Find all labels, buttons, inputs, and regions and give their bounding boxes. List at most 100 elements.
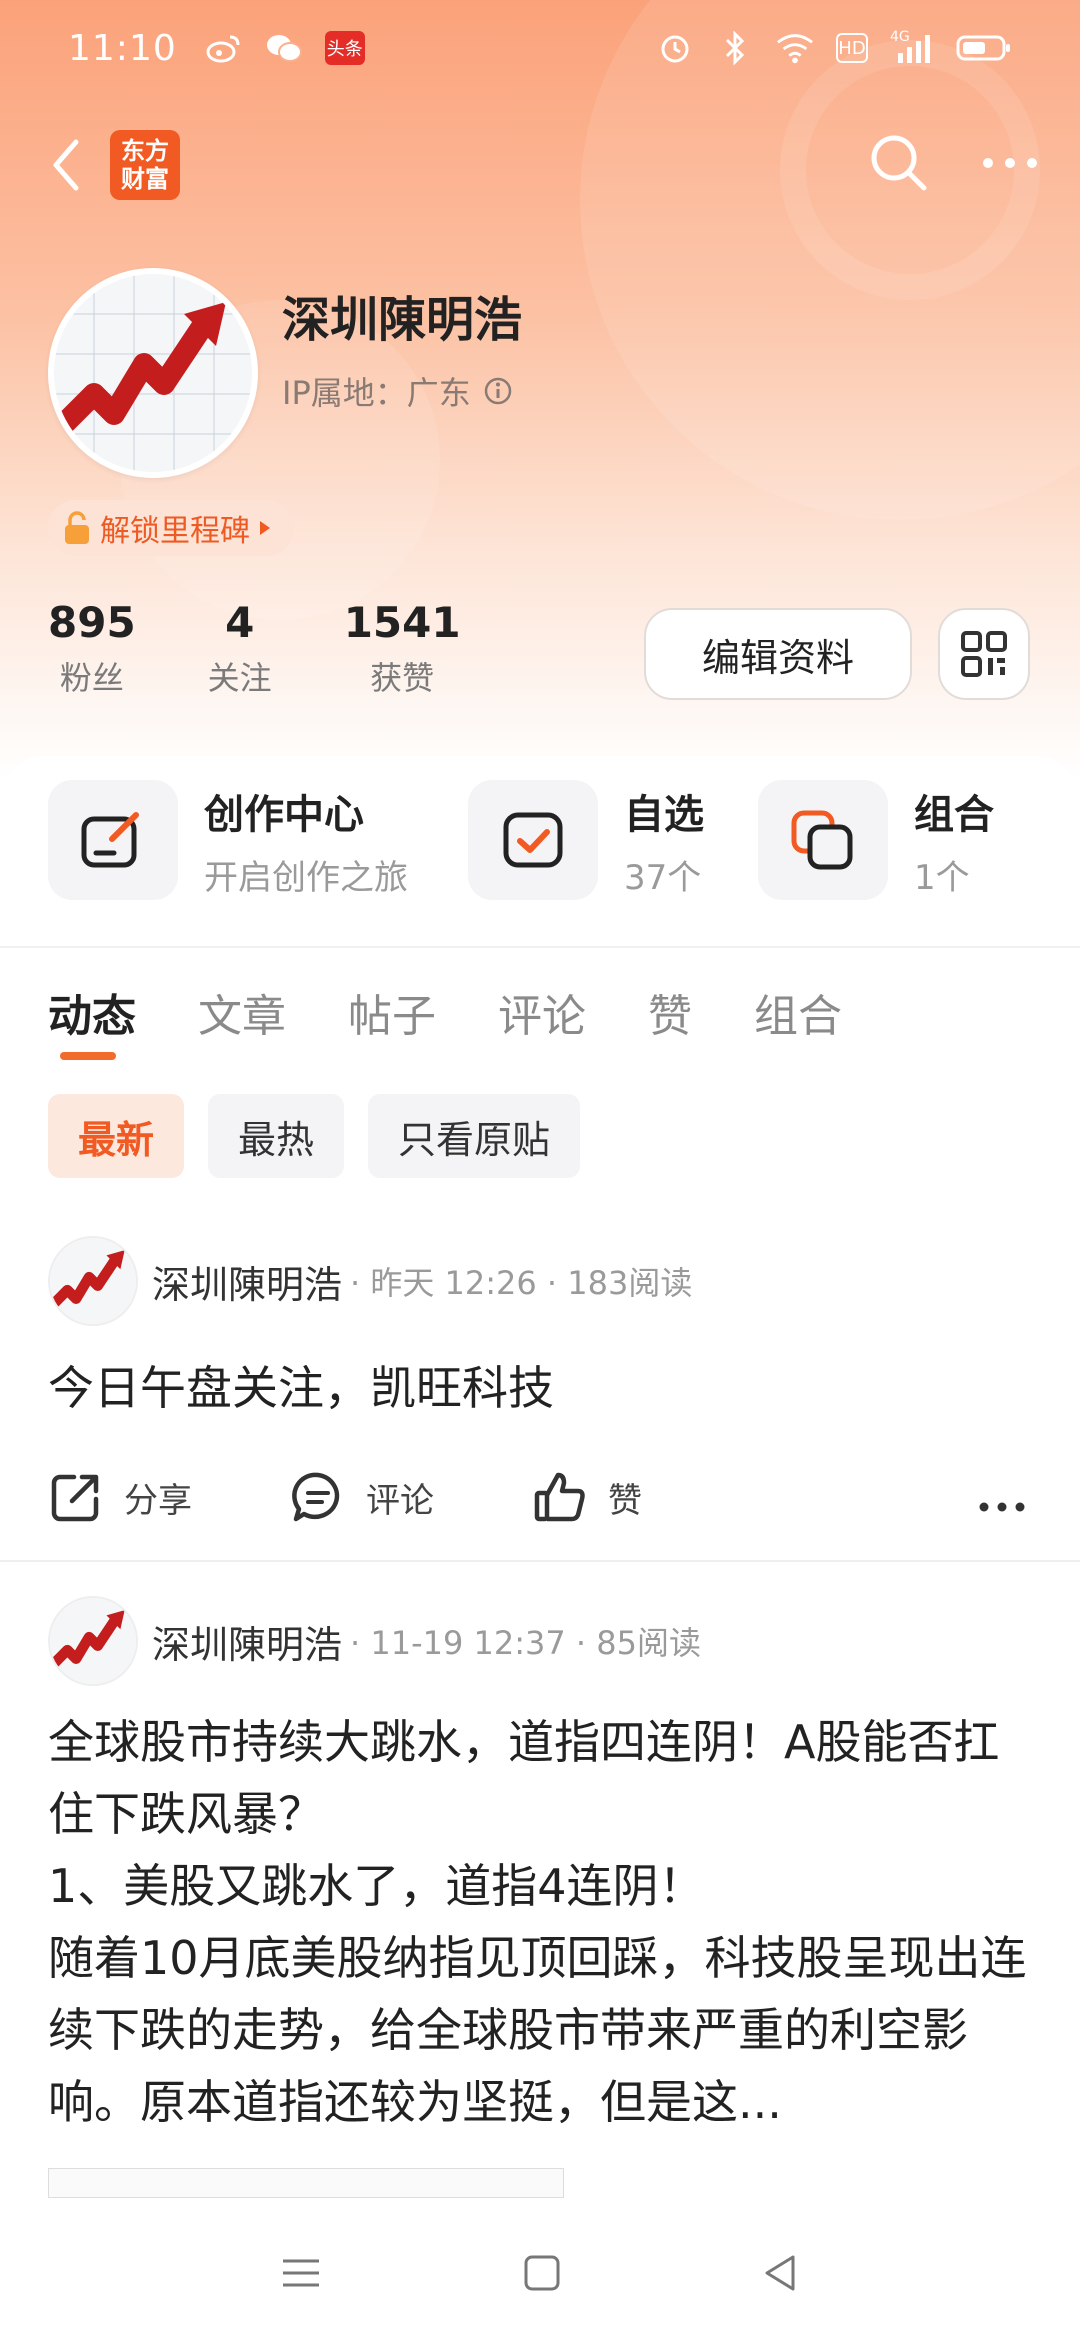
milestone-badge[interactable]: 解锁里程碑	[48, 500, 294, 556]
signal-icon: 4G	[890, 29, 934, 67]
status-bar: 11:10 头条 HD 4G	[0, 0, 1080, 96]
lock-icon	[65, 511, 89, 544]
stock-chart-avatar-icon	[50, 1238, 136, 1324]
weibo-icon	[205, 29, 243, 67]
post-item[interactable]: 深圳陳明浩 · 昨天 12:26 · 183阅读 今日午盘关注，凯旺科技 分享 …	[0, 1236, 1080, 1532]
app-logo: 东方 财富	[110, 130, 180, 200]
stock-chart-avatar-icon	[54, 274, 252, 472]
quick-create-sub: 开启创作之旅	[204, 857, 408, 898]
tab-articles[interactable]: 文章	[198, 980, 286, 1060]
system-navigation-bar	[0, 2210, 1080, 2340]
quick-watchlist[interactable]: 自选 37个	[468, 780, 704, 900]
tab-posts[interactable]: 帖子	[348, 980, 436, 1060]
home-nav-button[interactable]	[522, 2253, 562, 2297]
profile-avatar[interactable]	[48, 268, 258, 478]
stat-following[interactable]: 4 关注	[208, 598, 272, 699]
like-label: 赞	[608, 1480, 642, 1521]
post-image-thumbnail[interactable]	[48, 2168, 564, 2198]
stat-likes-label: 获赞	[370, 659, 435, 697]
quick-create-center[interactable]: 创作中心 开启创作之旅	[48, 780, 408, 900]
back-nav-button[interactable]	[761, 2253, 801, 2297]
ip-label: IP属地：广东	[282, 374, 471, 412]
stat-likes[interactable]: 1541 获赞	[344, 598, 461, 699]
post-more-button[interactable]	[978, 1470, 1026, 1524]
menu-icon	[283, 2259, 320, 2287]
post-actions: 分享 评论 赞	[0, 1462, 1080, 1532]
create-icon	[48, 780, 178, 900]
tab-comments[interactable]: 评论	[498, 980, 586, 1060]
alarm-icon	[656, 29, 694, 67]
menu-nav-button[interactable]	[279, 2255, 323, 2295]
brand-line-1: 东方	[121, 137, 169, 165]
filter-chips: 最新 最热 只看原贴	[48, 1094, 581, 1178]
tab-dynamics[interactable]: 动态	[48, 980, 136, 1060]
status-time: 11:10	[68, 27, 177, 69]
milestone-label: 解锁里程碑	[100, 514, 250, 549]
brand-line-2: 财富	[121, 165, 169, 193]
post-separator	[0, 1560, 1080, 1562]
more-icon	[983, 158, 1037, 168]
post-item[interactable]: 深圳陳明浩 · 11-19 12:37 · 85阅读 全球股市持续大跳水，道指四…	[0, 1596, 1080, 2138]
post-author[interactable]: 深圳陳明浩	[152, 1614, 342, 1669]
profile-name: 深圳陳明浩	[282, 292, 523, 348]
stat-likes-number: 1541	[343, 598, 461, 647]
content-tabs: 动态 文章 帖子 评论 赞 组合	[48, 980, 904, 1060]
back-button[interactable]	[40, 130, 90, 200]
search-button[interactable]	[866, 130, 932, 200]
thumbs-up-icon	[534, 1472, 585, 1522]
back-arrow-icon	[53, 139, 79, 191]
tab-portfolio[interactable]: 组合	[754, 980, 842, 1060]
comment-button[interactable]: 评论	[290, 1469, 532, 1525]
info-icon[interactable]	[483, 376, 513, 406]
more-icon	[979, 1502, 1025, 1512]
qr-code-button[interactable]	[938, 608, 1030, 700]
share-label: 分享	[124, 1480, 192, 1521]
back-triangle-icon	[765, 2255, 795, 2291]
filter-original-only[interactable]: 只看原贴	[368, 1094, 581, 1178]
triangle-right-icon	[260, 521, 270, 535]
edit-profile-button[interactable]: 编辑资料	[644, 608, 912, 700]
share-icon	[51, 1474, 99, 1522]
post-meta: · 昨天 12:26 · 183阅读	[350, 1264, 693, 1302]
post-text[interactable]: 全球股市持续大跳水，道指四连阴！A股能否扛住下跌风暴？ 1、美股又跳水了，道指4…	[0, 1706, 1080, 2138]
quick-portfolio[interactable]: 组合 1个	[758, 780, 994, 900]
quick-create-title: 创作中心	[204, 791, 364, 838]
share-button[interactable]: 分享	[48, 1469, 290, 1525]
post-text[interactable]: 今日午盘关注，凯旺科技	[0, 1356, 1080, 1420]
comment-icon	[292, 1472, 340, 1522]
quick-actions: 创作中心 开启创作之旅 自选 37个 组合 1个	[0, 780, 1080, 910]
wechat-icon	[265, 29, 303, 67]
filter-hottest[interactable]: 最热	[208, 1094, 345, 1178]
divider	[0, 946, 1080, 948]
hd-icon: HD	[836, 33, 868, 63]
wifi-icon	[776, 29, 814, 67]
tab-likes[interactable]: 赞	[648, 980, 692, 1060]
toutiao-icon: 头条	[324, 31, 365, 65]
stat-fans-number: 895	[48, 598, 136, 647]
more-button[interactable]	[980, 153, 1040, 177]
signal-label: 4G	[890, 29, 910, 45]
quick-portfolio-sub: 1个	[914, 857, 970, 898]
search-icon	[871, 135, 927, 191]
post-avatar[interactable]	[48, 1236, 138, 1326]
stat-following-number: 4	[225, 598, 255, 647]
stat-fans[interactable]: 895 粉丝	[48, 598, 136, 699]
ip-location: IP属地：广东	[282, 368, 513, 414]
quick-watchlist-title: 自选	[624, 791, 704, 838]
post-meta: · 11-19 12:37 · 85阅读	[350, 1624, 701, 1662]
post-avatar[interactable]	[48, 1596, 138, 1686]
comment-label: 评论	[366, 1480, 434, 1521]
home-square-icon	[524, 2255, 560, 2291]
qr-code-icon	[961, 631, 1007, 677]
checkbox-icon	[468, 780, 598, 900]
filter-latest[interactable]: 最新	[48, 1094, 185, 1178]
post-author[interactable]: 深圳陳明浩	[152, 1254, 342, 1309]
like-button[interactable]: 赞	[532, 1469, 774, 1525]
quick-watchlist-sub: 37个	[624, 857, 702, 898]
profile-stats: 895 粉丝 4 关注 1541 获赞	[48, 598, 461, 699]
stat-fans-label: 粉丝	[59, 659, 124, 697]
battery-icon	[956, 29, 1012, 67]
top-nav: 东方 财富	[0, 120, 1080, 210]
stat-following-label: 关注	[207, 659, 272, 697]
bluetooth-icon	[716, 29, 754, 67]
